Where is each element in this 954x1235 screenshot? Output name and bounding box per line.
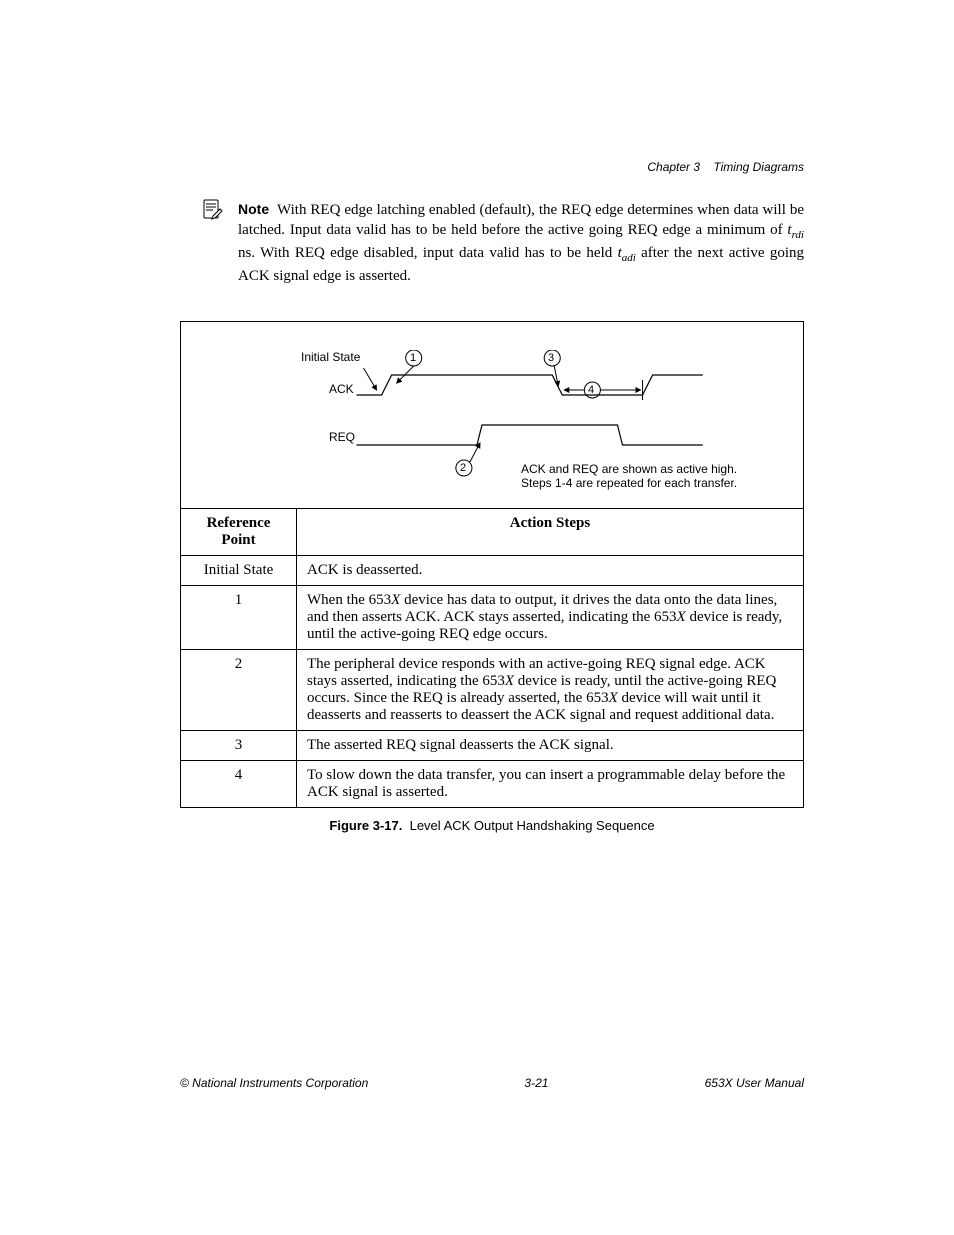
footer-copyright: © National Instruments Corporation: [180, 1076, 368, 1090]
act-cell: The asserted REQ signal deasserts the AC…: [297, 731, 804, 761]
ref-cell: 1: [181, 586, 297, 650]
table-row: 4To slow down the data transfer, you can…: [181, 761, 803, 808]
table-row: Initial StateACK is deasserted.: [181, 556, 803, 586]
col-header-reference: Reference Point: [181, 509, 297, 556]
table-row: 3The asserted REQ signal deasserts the A…: [181, 731, 803, 761]
diagram-note-1: ACK and REQ are shown as active high.: [521, 462, 737, 476]
figure-title: Level ACK Output Handshaking Sequence: [410, 818, 655, 833]
action-steps-table: Reference Point Action Steps Initial Sta…: [181, 508, 803, 807]
table-row: 1When the 653X device has data to output…: [181, 586, 803, 650]
table-row: 2The peripheral device responds with an …: [181, 650, 803, 731]
ref-cell: 3: [181, 731, 297, 761]
var-t1-sub: rdi: [792, 229, 804, 241]
ref-cell: 4: [181, 761, 297, 808]
ref-cell: 2: [181, 650, 297, 731]
timing-diagram: Initial State ACK REQ 1 3 4 2 ACK and RE…: [181, 322, 803, 508]
initial-state-label: Initial State: [301, 350, 360, 364]
marker-4: 4: [588, 384, 594, 396]
page: Chapter 3 Timing Diagrams Note With REQ …: [0, 0, 954, 1235]
note-label: Note: [238, 201, 269, 217]
note-mid: ns. With REQ edge disabled, input data v…: [238, 245, 618, 261]
chapter-label: Chapter 3: [647, 160, 700, 174]
figure-number: Figure 3-17.: [329, 818, 402, 833]
note-pre: With REQ edge latching enabled (default)…: [238, 202, 804, 238]
col-header-action: Action Steps: [297, 509, 804, 556]
act-cell: ACK is deasserted.: [297, 556, 804, 586]
marker-2: 2: [460, 462, 466, 474]
section-label: Timing Diagrams: [713, 160, 804, 174]
ref-cell: Initial State: [181, 556, 297, 586]
footer-page-number: 3-21: [524, 1076, 548, 1090]
ack-label: ACK: [329, 382, 354, 396]
note-icon: [200, 198, 228, 286]
figure-box: Initial State ACK REQ 1 3 4 2 ACK and RE…: [180, 321, 804, 808]
req-label: REQ: [329, 430, 355, 444]
var-t2-sub: adi: [622, 252, 636, 264]
footer-manual-title: 653X User Manual: [705, 1076, 804, 1090]
note-text: Note With REQ edge latching enabled (def…: [238, 200, 804, 286]
marker-3: 3: [548, 352, 554, 364]
act-cell: When the 653X device has data to output,…: [297, 586, 804, 650]
figure-caption: Figure 3-17. Level ACK Output Handshakin…: [180, 818, 804, 833]
note-block: Note With REQ edge latching enabled (def…: [180, 200, 804, 286]
page-footer: © National Instruments Corporation 3-21 …: [180, 1076, 804, 1090]
act-cell: The peripheral device responds with an a…: [297, 650, 804, 731]
act-cell: To slow down the data transfer, you can …: [297, 761, 804, 808]
page-header: Chapter 3 Timing Diagrams: [647, 160, 804, 174]
marker-1: 1: [410, 352, 416, 364]
diagram-note-2: Steps 1-4 are repeated for each transfer…: [521, 476, 737, 490]
